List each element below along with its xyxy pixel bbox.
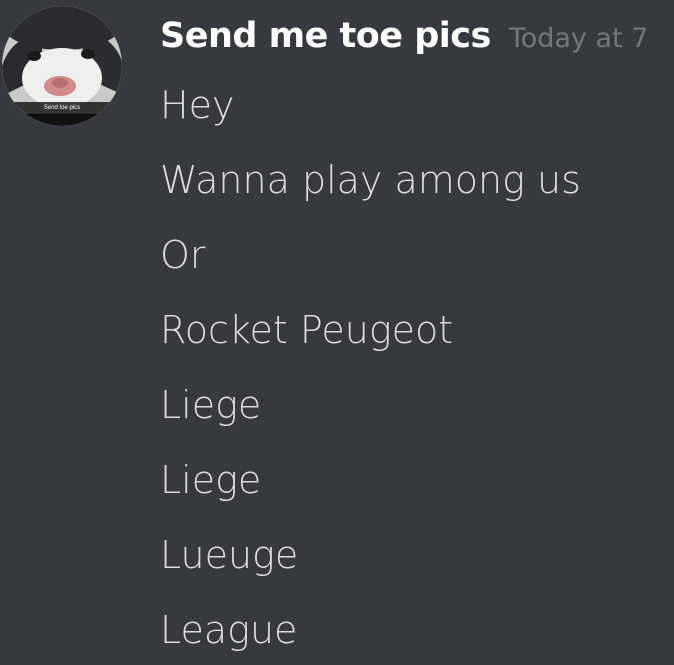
username[interactable]: Send me toe pics — [160, 16, 491, 56]
message-list: Hey Wanna play among us Or Rocket Peugeo… — [160, 82, 581, 665]
chat-message-group: Send toe pics Send me toe pics Today at 7… — [0, 0, 674, 665]
message-text: Hey — [160, 83, 235, 127]
message-text: League — [160, 608, 298, 652]
message-text: Or — [160, 233, 206, 277]
user-avatar[interactable]: Send toe pics — [2, 6, 122, 126]
message-text: Liege — [160, 383, 262, 427]
message-text: Lueuge — [160, 533, 299, 577]
timestamp: Today at 7 — [508, 23, 649, 54]
message-text: Liege — [160, 458, 262, 502]
message-header: Send me toe pics Today at 7 — [160, 16, 648, 56]
message-text: Wanna play among us — [160, 158, 581, 202]
avatar-caption: Send toe pics — [2, 102, 122, 115]
message-text: Rocket Peugeot — [160, 308, 454, 352]
